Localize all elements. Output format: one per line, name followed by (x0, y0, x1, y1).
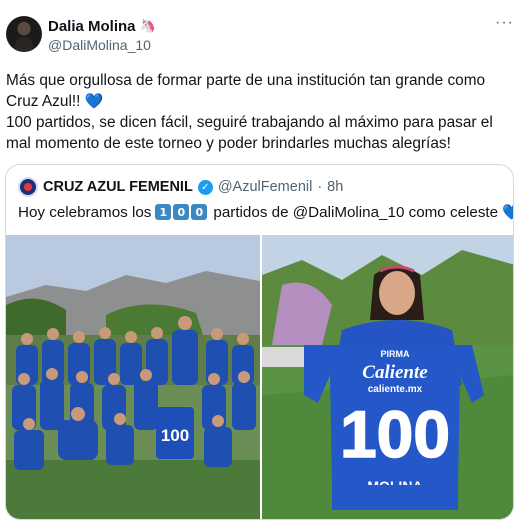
author-name-row[interactable]: Dalia Molina 🦄 (48, 18, 156, 35)
verified-badge-icon: ✓ (197, 179, 213, 195)
tweet-line-3: 100 partidos, se dicen fácil, seguiré tr… (6, 114, 493, 131)
jersey-sponsor-top: PIRMA (381, 349, 411, 359)
quoted-avatar[interactable] (18, 177, 38, 197)
keycap-digit-2: 0 (173, 204, 190, 220)
author-name[interactable]: Dalia Molina (48, 18, 136, 35)
tweet-line-1: Más que orgullosa de formar parte de una… (6, 72, 486, 89)
blue-heart-icon: 💙 (502, 203, 513, 221)
quoted-text: Hoy celebramos los 1 0 0 partidos de @Da… (18, 203, 513, 221)
quoted-text-before: Hoy celebramos los (18, 203, 152, 221)
quoted-separator: · (317, 179, 323, 195)
keycap-number: 1 0 0 (154, 204, 208, 220)
jersey-number: 100 (340, 397, 450, 471)
player-photo-image: PIRMA Caliente caliente.mx 100 MOLINA (262, 235, 513, 519)
jersey-brand-sub: caliente.mx (368, 384, 423, 395)
author-avatar[interactable] (6, 16, 42, 52)
team-photo-jersey-number: 100 (161, 426, 189, 445)
blue-heart-icon: 💙 (84, 92, 104, 110)
keycap-digit-1: 1 (155, 204, 172, 220)
more-options-icon[interactable]: ··· (495, 14, 514, 32)
quoted-time[interactable]: 8h (327, 179, 343, 195)
tweet-text: Más que orgullosa de formar parte de una… (6, 70, 516, 154)
quoted-header: CRUZ AZUL FEMENIL ✓ @AzulFemenil · 8h (18, 177, 343, 197)
tweet-line-2: Cruz Azul!! 💙 (6, 91, 516, 112)
unicorn-icon: 🦄 (139, 19, 156, 34)
quoted-text-after: partidos de @DaliMolina_10 como celeste (213, 203, 499, 221)
quoted-tweet[interactable]: CRUZ AZUL FEMENIL ✓ @AzulFemenil · 8h Ho… (5, 164, 514, 520)
team-photo[interactable]: 100 (6, 235, 260, 519)
author-handle[interactable]: @DaliMolina_10 (48, 37, 151, 53)
jersey-brand: Caliente (362, 362, 428, 383)
keycap-digit-3: 0 (191, 204, 208, 220)
player-photo[interactable]: PIRMA Caliente caliente.mx 100 MOLINA (262, 235, 513, 519)
quoted-name[interactable]: CRUZ AZUL FEMENIL (43, 179, 193, 195)
quoted-handle[interactable]: @AzulFemenil (218, 179, 313, 195)
tweet-line-4: mal momento de este torneo y poder brind… (6, 135, 451, 152)
tweet-line-2-text: Cruz Azul!! (6, 93, 81, 110)
team-photo-image: 100 (6, 235, 260, 519)
